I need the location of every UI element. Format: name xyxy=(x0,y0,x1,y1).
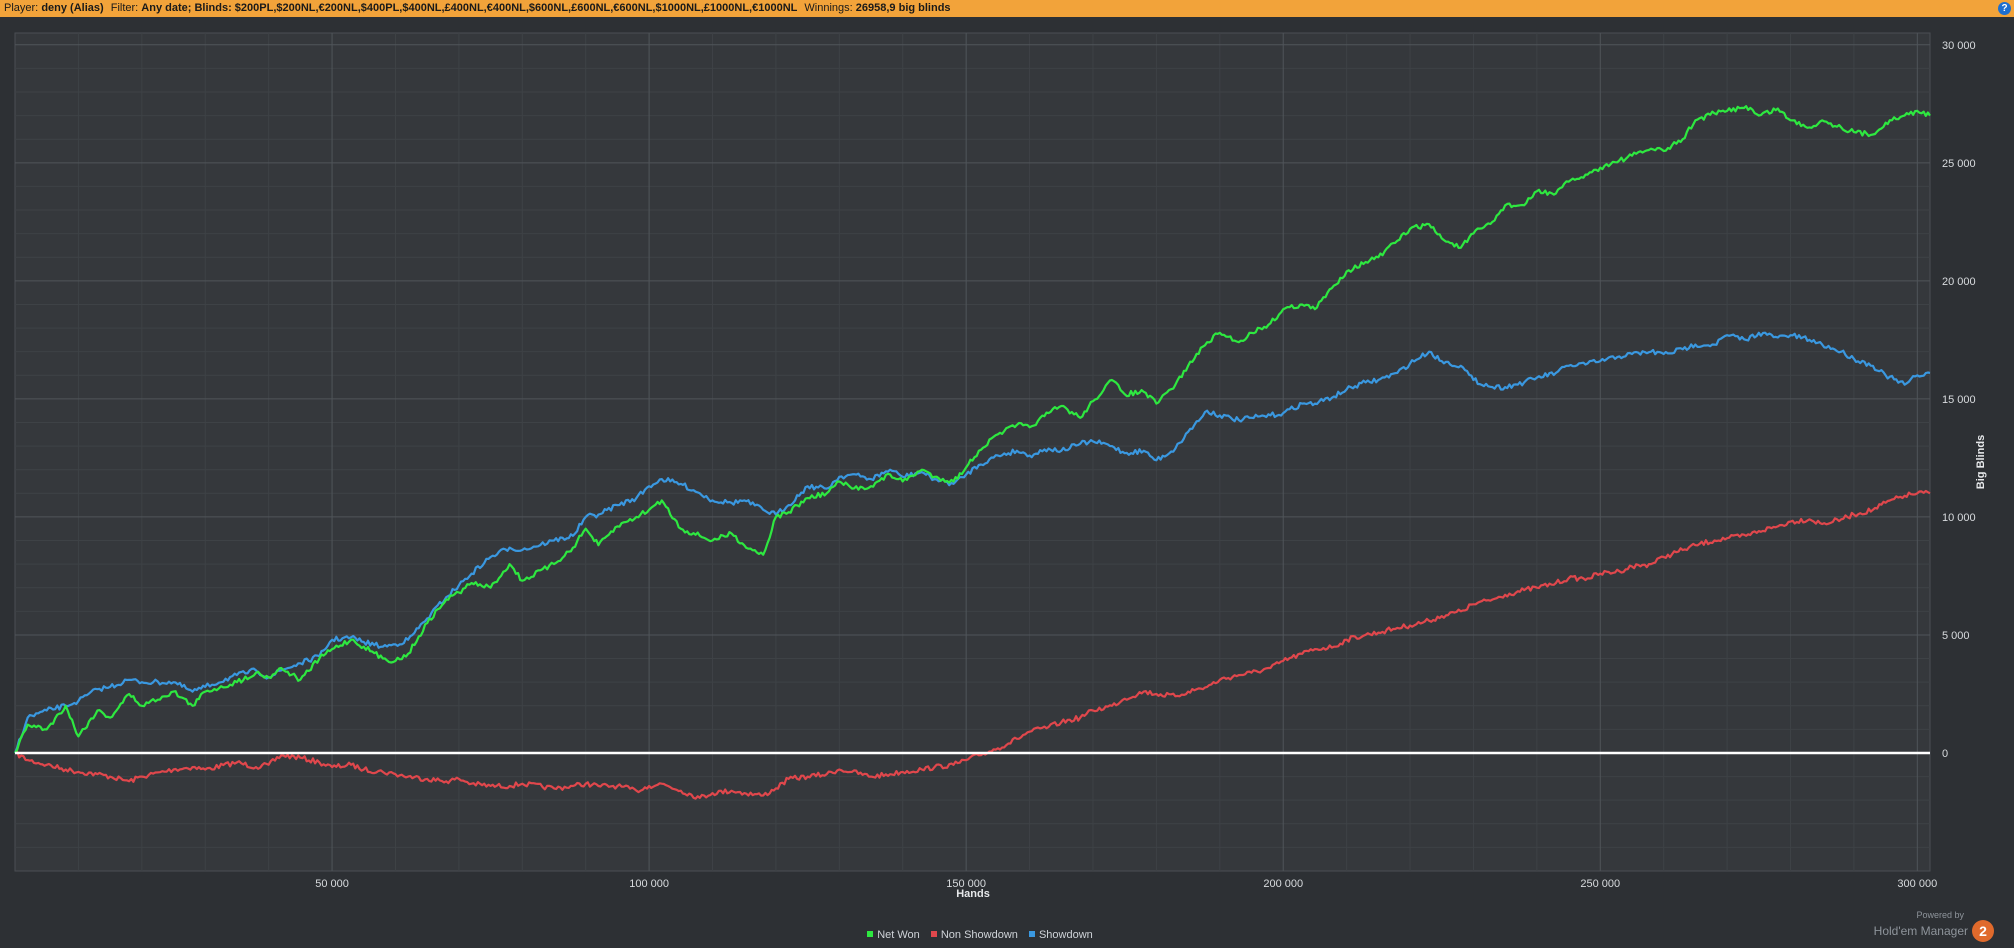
y-axis-title: Big Blinds xyxy=(1975,435,1987,489)
legend-label: Showdown xyxy=(1038,929,1093,941)
x-tick-label: 50 000 xyxy=(315,878,349,890)
filter-header-bar: Player: deny (Alias) Filter: Any date; B… xyxy=(0,0,2014,17)
hem2-logo-icon: 2 xyxy=(1972,920,1994,942)
powered-by-branding: Powered by Hold'em Manager 2 xyxy=(1874,910,1994,942)
legend-swatch xyxy=(1028,931,1035,937)
legend-label: Non Showdown xyxy=(940,929,1018,941)
legend-swatch xyxy=(867,931,874,937)
powered-by-text: Powered by xyxy=(1916,910,1964,920)
winnings-label: Winnings: xyxy=(804,2,853,14)
filter-label: Filter: xyxy=(110,2,139,14)
filter-value: Any date; Blinds: $200PL,$200NL,€200NL,$… xyxy=(141,2,798,14)
legend-item-non-showdown[interactable]: Non Showdown xyxy=(930,929,1018,941)
player-label: Player: xyxy=(4,2,39,14)
y-tick-label: 25 000 xyxy=(1942,158,1976,170)
y-tick-label: 20 000 xyxy=(1942,276,1976,288)
x-tick-label: 250 000 xyxy=(1580,878,1620,890)
x-axis-ticks: 50 000 100 000 150 000 200 000 250 000 300 00… xyxy=(315,878,1937,890)
legend-item-showdown[interactable]: Showdown xyxy=(1028,929,1093,941)
plot-area xyxy=(14,32,1931,872)
brand-name: Hold'em Manager xyxy=(1873,924,1968,938)
y-tick-label: 30 000 xyxy=(1942,40,1976,52)
x-axis-title: Hands xyxy=(956,888,990,900)
x-tick-label: 300 000 xyxy=(1897,878,1937,890)
y-tick-label: 15 000 xyxy=(1942,394,1976,406)
x-tick-label: 200 000 xyxy=(1263,878,1303,890)
help-icon[interactable]: ? xyxy=(1998,2,2011,15)
y-tick-label: 0 xyxy=(1942,748,1948,760)
graph-chart: 50 000 100 000 150 000 200 000 250 000 300 00… xyxy=(13,32,1987,900)
player-name: deny (Alias) xyxy=(41,2,104,14)
y-tick-label: 10 000 xyxy=(1942,512,1976,524)
x-tick-label: 100 000 xyxy=(629,878,669,890)
chart-legend: Net Won Non Showdown Showdown xyxy=(0,929,1960,941)
y-tick-label: 5 000 xyxy=(1942,630,1970,642)
winnings-value: 26958,9 big blinds xyxy=(855,2,951,14)
legend-item-net-won[interactable]: Net Won xyxy=(867,929,920,941)
legend-swatch xyxy=(930,931,937,937)
y-axis-ticks: 0 5 000 10 000 15 000 20 000 25 000 30 000 xyxy=(1942,40,1976,760)
legend-label: Net Won xyxy=(877,929,920,941)
